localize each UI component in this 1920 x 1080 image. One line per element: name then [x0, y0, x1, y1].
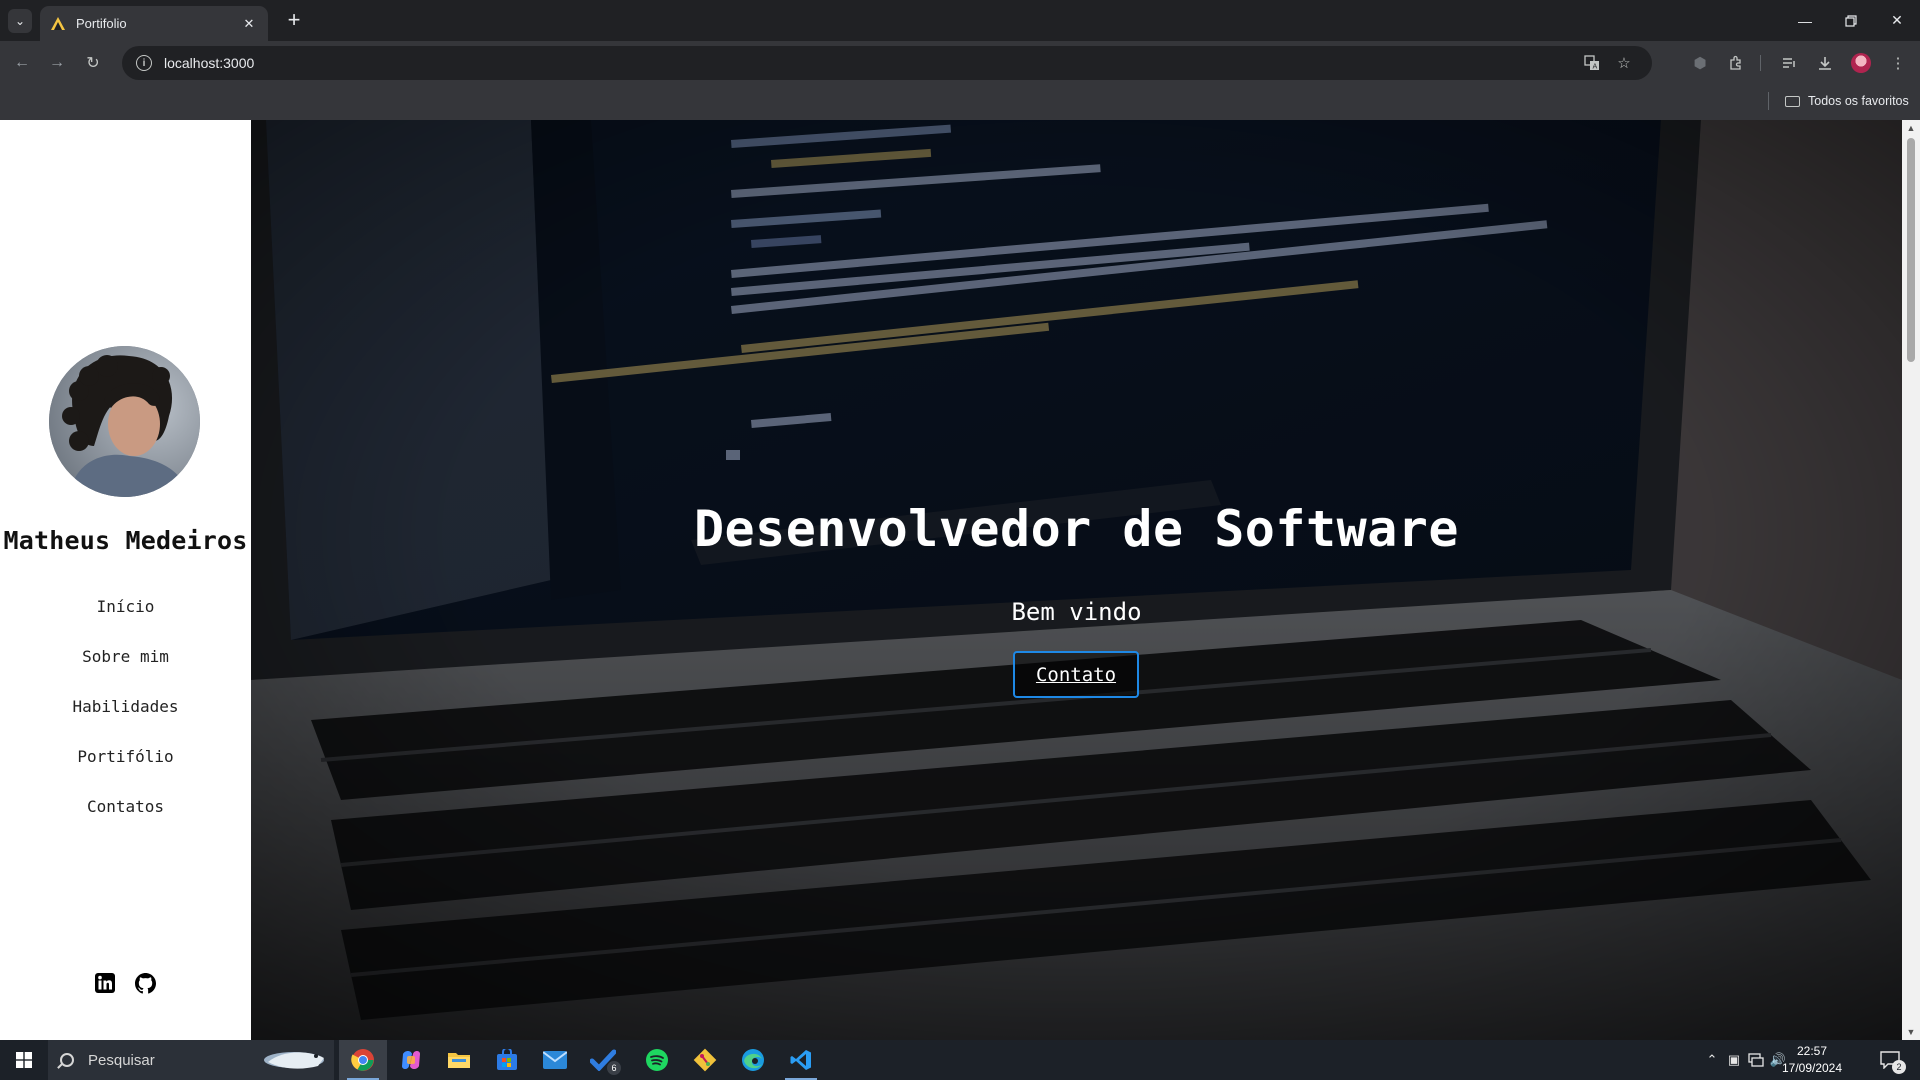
clock-date: 17/09/2024 [1781, 1061, 1843, 1075]
taskbar-search[interactable]: Pesquisar [48, 1040, 334, 1080]
git-icon [693, 1048, 717, 1072]
browser-tab[interactable]: Portifolio ✕ [40, 6, 268, 41]
chevron-up-icon: ⌃ [1706, 1052, 1718, 1067]
profile-avatar-icon[interactable] [1847, 49, 1875, 77]
sidebar-nav: Início Sobre mim Habilidades Portifólio … [0, 582, 251, 832]
clock-time: 22:57 [1796, 1044, 1828, 1058]
close-window-button[interactable]: ✕ [1874, 0, 1920, 41]
close-icon: ✕ [1891, 12, 1903, 28]
nav-item-portifolio[interactable]: Portifólio [0, 732, 251, 782]
taskbar-todo[interactable]: 6 [579, 1040, 627, 1080]
taskbar-copilot[interactable] [387, 1040, 435, 1080]
contato-button[interactable]: Contato [1013, 651, 1139, 698]
close-tab-icon[interactable]: ✕ [240, 16, 258, 32]
browser-tabstrip: ⌄ Portifolio ✕ + — ✕ [0, 0, 1920, 41]
profile-photo [49, 346, 200, 497]
nav-item-contatos[interactable]: Contatos [0, 782, 251, 832]
search-highlight-icon [264, 1052, 324, 1069]
forward-button[interactable]: → [43, 49, 71, 77]
folder-explorer-icon [448, 1053, 470, 1068]
more-menu-icon[interactable]: ⋮ [1884, 49, 1912, 77]
windows-taskbar: Pesquisar 6 ⌃ ▣ 🔊 22:57 17/09/2024 2 [0, 1040, 1920, 1080]
show-hidden-icons[interactable]: ⌃ [1702, 1040, 1722, 1080]
back-button[interactable]: ← [8, 49, 36, 77]
reload-icon: ↻ [86, 55, 100, 72]
minimize-icon: — [1798, 12, 1812, 29]
chrome-icon [351, 1049, 374, 1071]
taskbar-git[interactable] [681, 1040, 729, 1080]
hero-subtitle: Bem vindo [1011, 598, 1142, 626]
restore-icon [1845, 14, 1857, 27]
todo-badge: 6 [607, 1061, 621, 1075]
toolbar-divider [1760, 55, 1761, 71]
taskbar-search-label: Pesquisar [88, 1051, 155, 1069]
folder-icon [1785, 95, 1800, 107]
scrollbar-thumb[interactable] [1907, 138, 1915, 362]
spotify-icon [646, 1049, 668, 1071]
taskbar-spotify[interactable] [633, 1040, 681, 1080]
search-icon [60, 1053, 74, 1067]
taskbar-mail[interactable] [531, 1040, 579, 1080]
copilot-icon [402, 1051, 420, 1069]
address-bar[interactable]: i localhost:3000 A ☆ [122, 46, 1652, 80]
vscode-icon [790, 1050, 811, 1070]
taskbar-file-explorer[interactable] [435, 1040, 483, 1080]
extension-icon[interactable]: ⬢ [1686, 49, 1714, 77]
taskbar-vscode[interactable] [777, 1040, 825, 1080]
new-tab-button[interactable]: + [280, 7, 308, 35]
taskbar-microsoft-store[interactable] [483, 1040, 531, 1080]
scroll-up-icon[interactable]: ▲ [1902, 120, 1920, 136]
tab-title: Portifolio [76, 16, 127, 31]
chevron-down-icon: ⌄ [14, 14, 26, 28]
github-icon[interactable] [134, 972, 156, 994]
edge-icon [742, 1049, 764, 1071]
all-bookmarks-label: Todos os favoritos [1808, 94, 1909, 108]
bookmarks-bar: Todos os favoritos [0, 83, 1920, 120]
arrow-left-icon: ← [14, 54, 30, 71]
extensions-puzzle-icon[interactable] [1722, 49, 1750, 77]
nav-item-habilidades[interactable]: Habilidades [0, 682, 251, 732]
page-scrollbar[interactable]: ▲ ▼ [1902, 120, 1920, 1040]
browser-toolbar: ← → ↻ i localhost:3000 A ☆ ⬢ ⋮ [0, 41, 1920, 83]
system-clock[interactable]: 22:57 17/09/2024 [1776, 1043, 1848, 1077]
taskbar-edge[interactable] [729, 1040, 777, 1080]
media-control-icon[interactable] [1775, 49, 1803, 77]
download-icon[interactable] [1811, 49, 1839, 77]
reload-button[interactable]: ↻ [79, 49, 107, 77]
linkedin-icon[interactable] [94, 972, 116, 994]
store-icon [497, 1049, 517, 1070]
tab-favicon-icon [51, 16, 65, 30]
tab-search-button[interactable]: ⌄ [8, 9, 32, 33]
nav-item-inicio[interactable]: Início [0, 582, 251, 632]
sidebar: Matheus Medeiros Início Sobre mim Habili… [0, 120, 251, 1040]
start-button[interactable] [0, 1040, 48, 1080]
notification-center[interactable]: 2 [1872, 1040, 1908, 1080]
taskbar-chrome[interactable] [339, 1040, 387, 1080]
meet-now-icon[interactable]: ▣ [1724, 1040, 1744, 1080]
site-info-icon[interactable]: i [136, 55, 152, 71]
hero-overlay [251, 120, 1902, 1040]
network-icon[interactable] [1746, 1040, 1766, 1080]
svg-text:A: A [1593, 63, 1598, 71]
bookmarks-divider [1768, 92, 1769, 110]
restore-button[interactable] [1828, 0, 1874, 41]
hero-section: Desenvolvedor de Software Bem vindo Cont… [251, 120, 1902, 1040]
notification-count: 2 [1892, 1060, 1906, 1074]
translate-icon[interactable]: A [1578, 49, 1606, 77]
nav-item-sobre-mim[interactable]: Sobre mim [0, 632, 251, 682]
profile-name: Matheus Medeiros [3, 526, 248, 555]
url-text[interactable]: localhost:3000 [164, 55, 1574, 71]
scroll-down-icon[interactable]: ▼ [1902, 1024, 1920, 1040]
mail-icon [543, 1051, 567, 1069]
star-icon[interactable]: ☆ [1610, 49, 1638, 77]
all-bookmarks-button[interactable]: Todos os favoritos [1785, 91, 1909, 111]
windows-logo-icon [16, 1052, 32, 1068]
hero-title: Desenvolvedor de Software [693, 500, 1460, 558]
minimize-button[interactable]: — [1782, 0, 1828, 41]
page-viewport: Matheus Medeiros Início Sobre mim Habili… [0, 120, 1920, 1040]
arrow-right-icon: → [49, 54, 65, 71]
